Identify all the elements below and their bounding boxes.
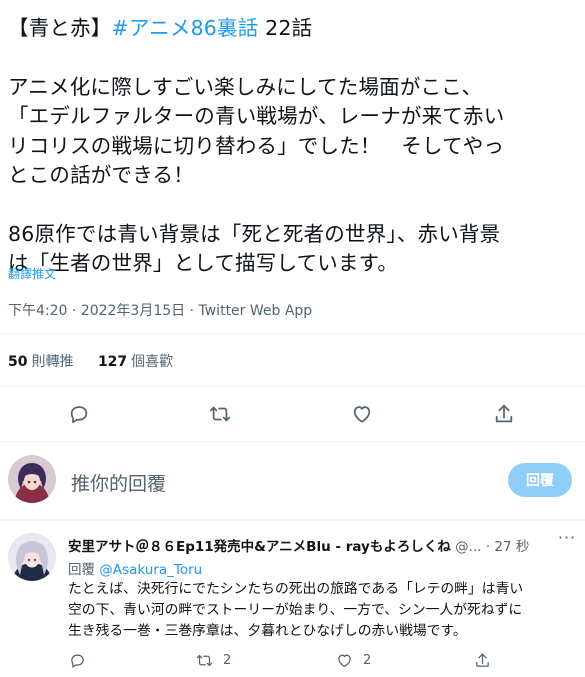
reply-submit-button[interactable]: 回覆 [508,463,572,497]
reply-line: 生き残る一巻・三巻序章は、夕暮れとひなげしの赤い戦場です。 [68,623,467,639]
reply-retweet-button[interactable]: 2 [196,648,231,672]
replying-to: 回覆 @Asakura_Toru [68,558,202,578]
reply-header: 安里アサト＠８６Ep11発売中&アニメBlu - rayもよろしくね @... … [68,535,568,555]
tweet-episode: 22話 [258,16,313,40]
hashtag-link[interactable]: #アニメ86裏話 [112,16,259,40]
tweet-title: 【青と赤】 [8,16,112,40]
retweet-icon [209,406,231,422]
tweet-meta: 下午4:20 · 2022年3月15日 · Twitter Web App [8,300,312,320]
tweet-line: とこの話ができる！ [8,162,194,187]
retweets-label: 則轉推 [31,354,74,370]
share-icon [476,652,489,667]
reply-author-handle[interactable]: @... [451,539,481,555]
reply-tweet[interactable]: 安里アサト＠８６Ep11発売中&アニメBlu - rayもよろしくね @... … [0,520,585,677]
reply-input[interactable]: 推你的回覆 [71,469,166,496]
reply-retweet-count: 2 [223,652,232,668]
share-icon [495,404,513,423]
tweet-source-app[interactable]: Twitter Web App [199,303,313,319]
likes-label: 個喜歡 [131,354,174,370]
retweet-button[interactable] [204,398,236,430]
tweet-text: 【青と赤】#アニメ86裏話 22話 アニメ化に際しすごい楽しみにしてた場面がここ… [8,14,578,279]
retweets-count: 50 [8,354,28,370]
divider [0,333,585,334]
more-options-icon[interactable]: ··· [555,528,579,548]
tweet-line: アニメ化に際しすごい楽しみにしてた場面がここ、 [8,74,483,99]
tweet-line: 【青と赤】#アニメ86裏話 22話 [8,14,578,43]
retweet-icon [196,654,213,666]
mention-link[interactable]: @Asakura_Toru [99,562,202,578]
divider [0,441,585,442]
replying-to-label: 回覆 [68,562,100,578]
reply-actions: 2 2 [60,648,540,672]
translate-link[interactable]: 翻譯推文 [8,265,56,282]
likes-stat[interactable]: 127 個喜歡 [98,351,173,371]
reply-like-button[interactable]: 2 [336,648,371,672]
reply-compose: 推你的回覆 回覆 [0,451,585,511]
reply-share-button[interactable] [474,648,491,672]
tweet-timestamp[interactable]: 下午4:20 · 2022年3月15日 · [8,303,199,319]
reply-text: たとえば、決死行にでたシンたちの死出の旅路である「レテの畔」は青い 空の下、青い… [68,579,578,642]
tweet-stats: 50 則轉推 127 個喜歡 [8,351,193,371]
reply-button[interactable] [63,398,95,430]
tweet-line: 「エデルファルターの青い戦場が、レーナが来て赤い [8,104,505,129]
reply-like-count: 2 [363,652,372,668]
divider [0,386,585,387]
retweets-stat[interactable]: 50 則轉推 [8,351,73,371]
tweet-actions [0,398,585,430]
reply-time[interactable]: · 27 秒 [482,539,530,555]
share-button[interactable] [488,398,520,430]
tweet-line: リコリスの戦場に切り替わる」でした！ そしてやっ [8,133,505,158]
avatar[interactable] [8,455,56,503]
like-icon [338,654,351,667]
likes-count: 127 [97,354,128,370]
reply-line: 空の下、青い河の畔でストーリーが始まり、一方で、シン一人が死ねずに [68,602,523,618]
like-button[interactable] [346,398,378,430]
reply-author-name[interactable]: 安里アサト＠８６Ep11発売中&アニメBlu - rayもよろしくね [68,539,451,555]
tweet-line: は「生者の世界」として描写しています。 [8,251,399,276]
tweet-line: 86原作では青い背景は「死と死者の世界」、赤い背景 [8,221,501,246]
reply-author-avatar[interactable] [8,533,56,581]
like-icon [353,406,371,423]
reply-icon [71,654,84,668]
reply-icon [70,406,88,424]
reply-line: たとえば、決死行にでたシンたちの死出の旅路である「レテの畔」は青い [68,581,524,597]
reply-reply-button[interactable] [69,648,86,672]
